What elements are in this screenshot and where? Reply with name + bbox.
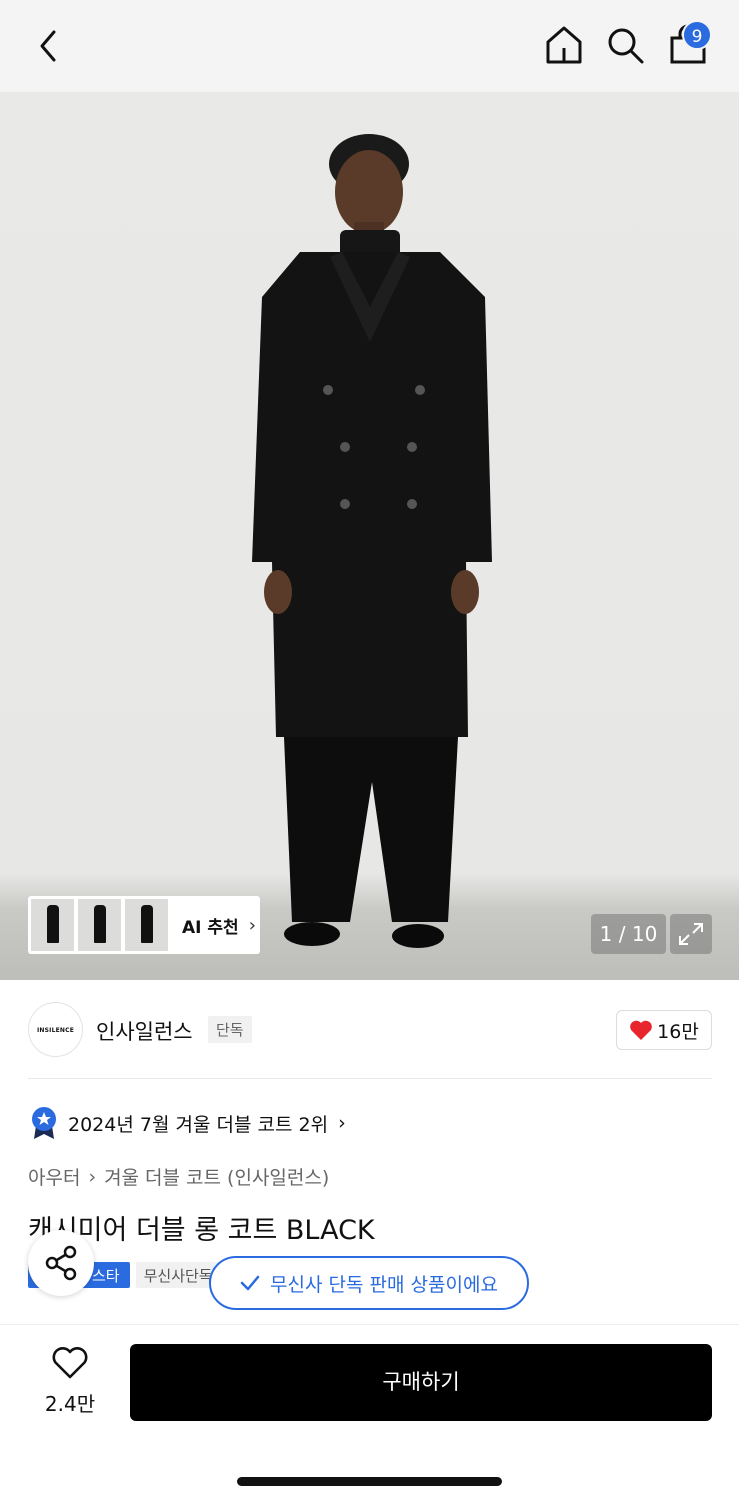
recommend-thumbnail	[125, 899, 168, 951]
image-pager: 1 / 10	[591, 914, 666, 954]
brand-logo[interactable]: INSILENCE	[28, 1002, 83, 1057]
search-icon[interactable]	[604, 24, 648, 68]
brand-row: INSILENCE 인사일런스 단독 16만	[28, 1002, 712, 1058]
share-icon	[45, 1245, 77, 1281]
share-button[interactable]	[28, 1230, 94, 1296]
product-image[interactable]	[0, 92, 739, 980]
buy-button[interactable]: 구매하기	[130, 1344, 712, 1421]
ai-recommend-label: AI 추천	[182, 917, 239, 938]
ai-recommend-button[interactable]: AI 추천 ›	[28, 896, 260, 954]
toast-text: 무신사 단독 판매 상품이에요	[270, 1273, 498, 1296]
cart-count-badge: 9	[682, 20, 712, 50]
wishlist-count: 2.4만	[44, 1392, 96, 1416]
ranking-text: 2024년 7월 겨울 더블 코트 2위	[68, 1113, 329, 1136]
top-navigation-bar: 9	[0, 0, 739, 92]
breadcrumb-category[interactable]: 아우터	[28, 1163, 80, 1190]
chevron-right-icon: ›	[88, 1165, 97, 1188]
heart-filled-icon	[630, 1020, 652, 1040]
heart-outline-icon	[52, 1347, 88, 1379]
breadcrumb: 아우터 › 겨울 더블 코트 (인사일런스)	[28, 1163, 329, 1190]
exclusive-badge: 단독	[208, 1016, 252, 1043]
model-wearing-coat-image	[252, 134, 492, 948]
wishlist-button[interactable]: 2.4만	[28, 1346, 112, 1420]
recommend-thumbnail	[78, 899, 121, 951]
brand-name[interactable]: 인사일런스	[96, 1016, 193, 1046]
recommend-thumbnail	[31, 899, 74, 951]
breadcrumb-subcategory[interactable]: 겨울 더블 코트 (인사일런스)	[104, 1163, 329, 1190]
brand-like-count: 16만	[657, 1020, 699, 1043]
tag-exclusive: 무신사단독	[135, 1262, 221, 1288]
checkmark-icon	[240, 1275, 260, 1291]
chevron-right-icon: ›	[338, 1112, 346, 1134]
expand-icon[interactable]	[670, 914, 712, 954]
brand-like-button[interactable]: 16만	[616, 1010, 712, 1050]
divider	[28, 1078, 712, 1079]
home-icon[interactable]	[542, 22, 586, 68]
chevron-right-icon: ›	[248, 914, 256, 936]
back-icon[interactable]	[30, 24, 70, 68]
ranking-medal-icon	[32, 1107, 56, 1139]
exclusive-toast: 무신사 단독 판매 상품이에요	[209, 1256, 529, 1310]
ranking-link[interactable]: 2024년 7월 겨울 더블 코트 2위 ›	[30, 1105, 346, 1141]
home-indicator	[237, 1477, 502, 1486]
